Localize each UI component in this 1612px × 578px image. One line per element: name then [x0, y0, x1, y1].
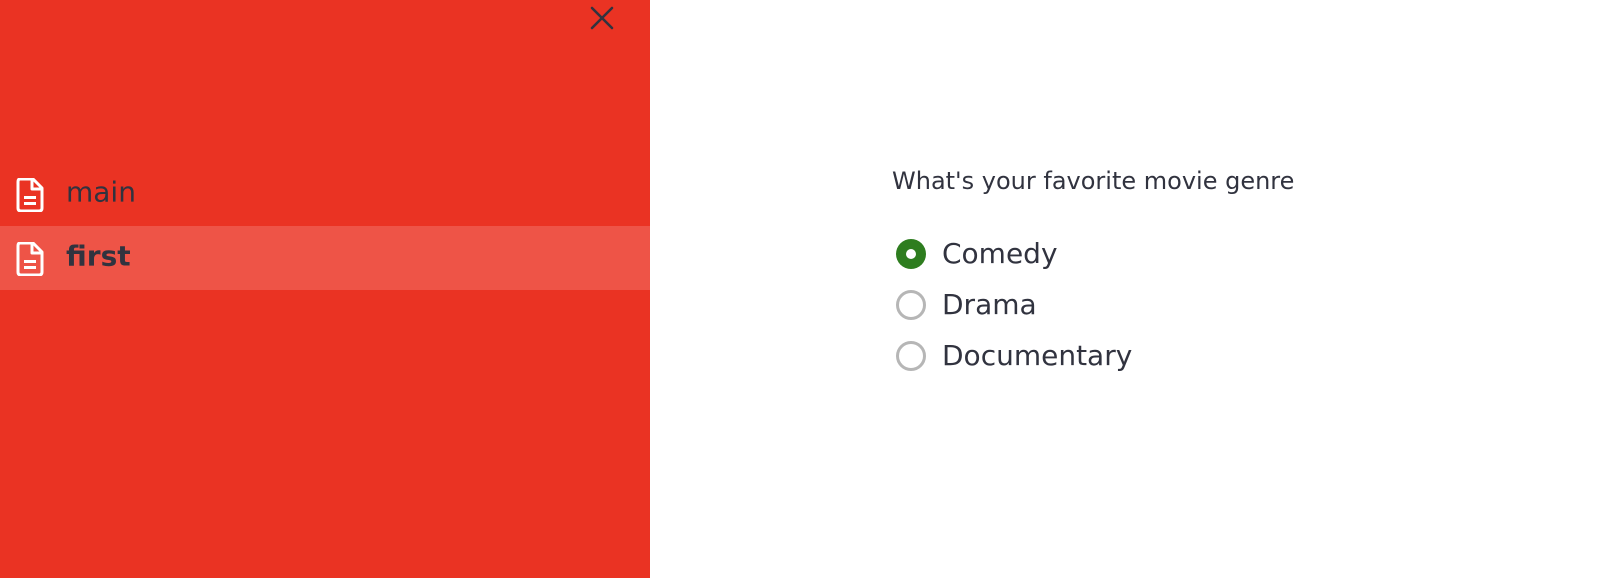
close-icon — [590, 6, 614, 30]
sidebar-item-main[interactable]: main — [0, 162, 650, 226]
radio-button-selected[interactable] — [896, 238, 926, 269]
app: main first What's your favorite movie ge… — [0, 0, 1612, 578]
page-icon — [16, 242, 44, 276]
radio-option-label: Comedy — [942, 237, 1058, 270]
radio-group-label: What's your favorite movie genre — [892, 167, 1295, 195]
page-icon — [16, 178, 44, 212]
radio-option-documentary[interactable]: Documentary — [896, 330, 1132, 381]
sidebar-item-label: first — [66, 239, 131, 273]
main-content: What's your favorite movie genre Comedy … — [650, 0, 1612, 578]
radio-option-comedy[interactable]: Comedy — [896, 228, 1132, 279]
radio-option-drama[interactable]: Drama — [896, 279, 1132, 330]
radio-button[interactable] — [896, 340, 926, 371]
radio-option-label: Documentary — [942, 339, 1133, 372]
close-sidebar-button[interactable] — [588, 4, 616, 32]
radio-group: Comedy Drama Documentary — [896, 228, 1132, 381]
sidebar-nav: main first — [0, 162, 650, 290]
radio-option-label: Drama — [942, 288, 1037, 321]
radio-button[interactable] — [896, 289, 926, 320]
sidebar-item-label: main — [66, 175, 136, 209]
sidebar: main first — [0, 0, 650, 578]
sidebar-item-first[interactable]: first — [0, 226, 650, 290]
